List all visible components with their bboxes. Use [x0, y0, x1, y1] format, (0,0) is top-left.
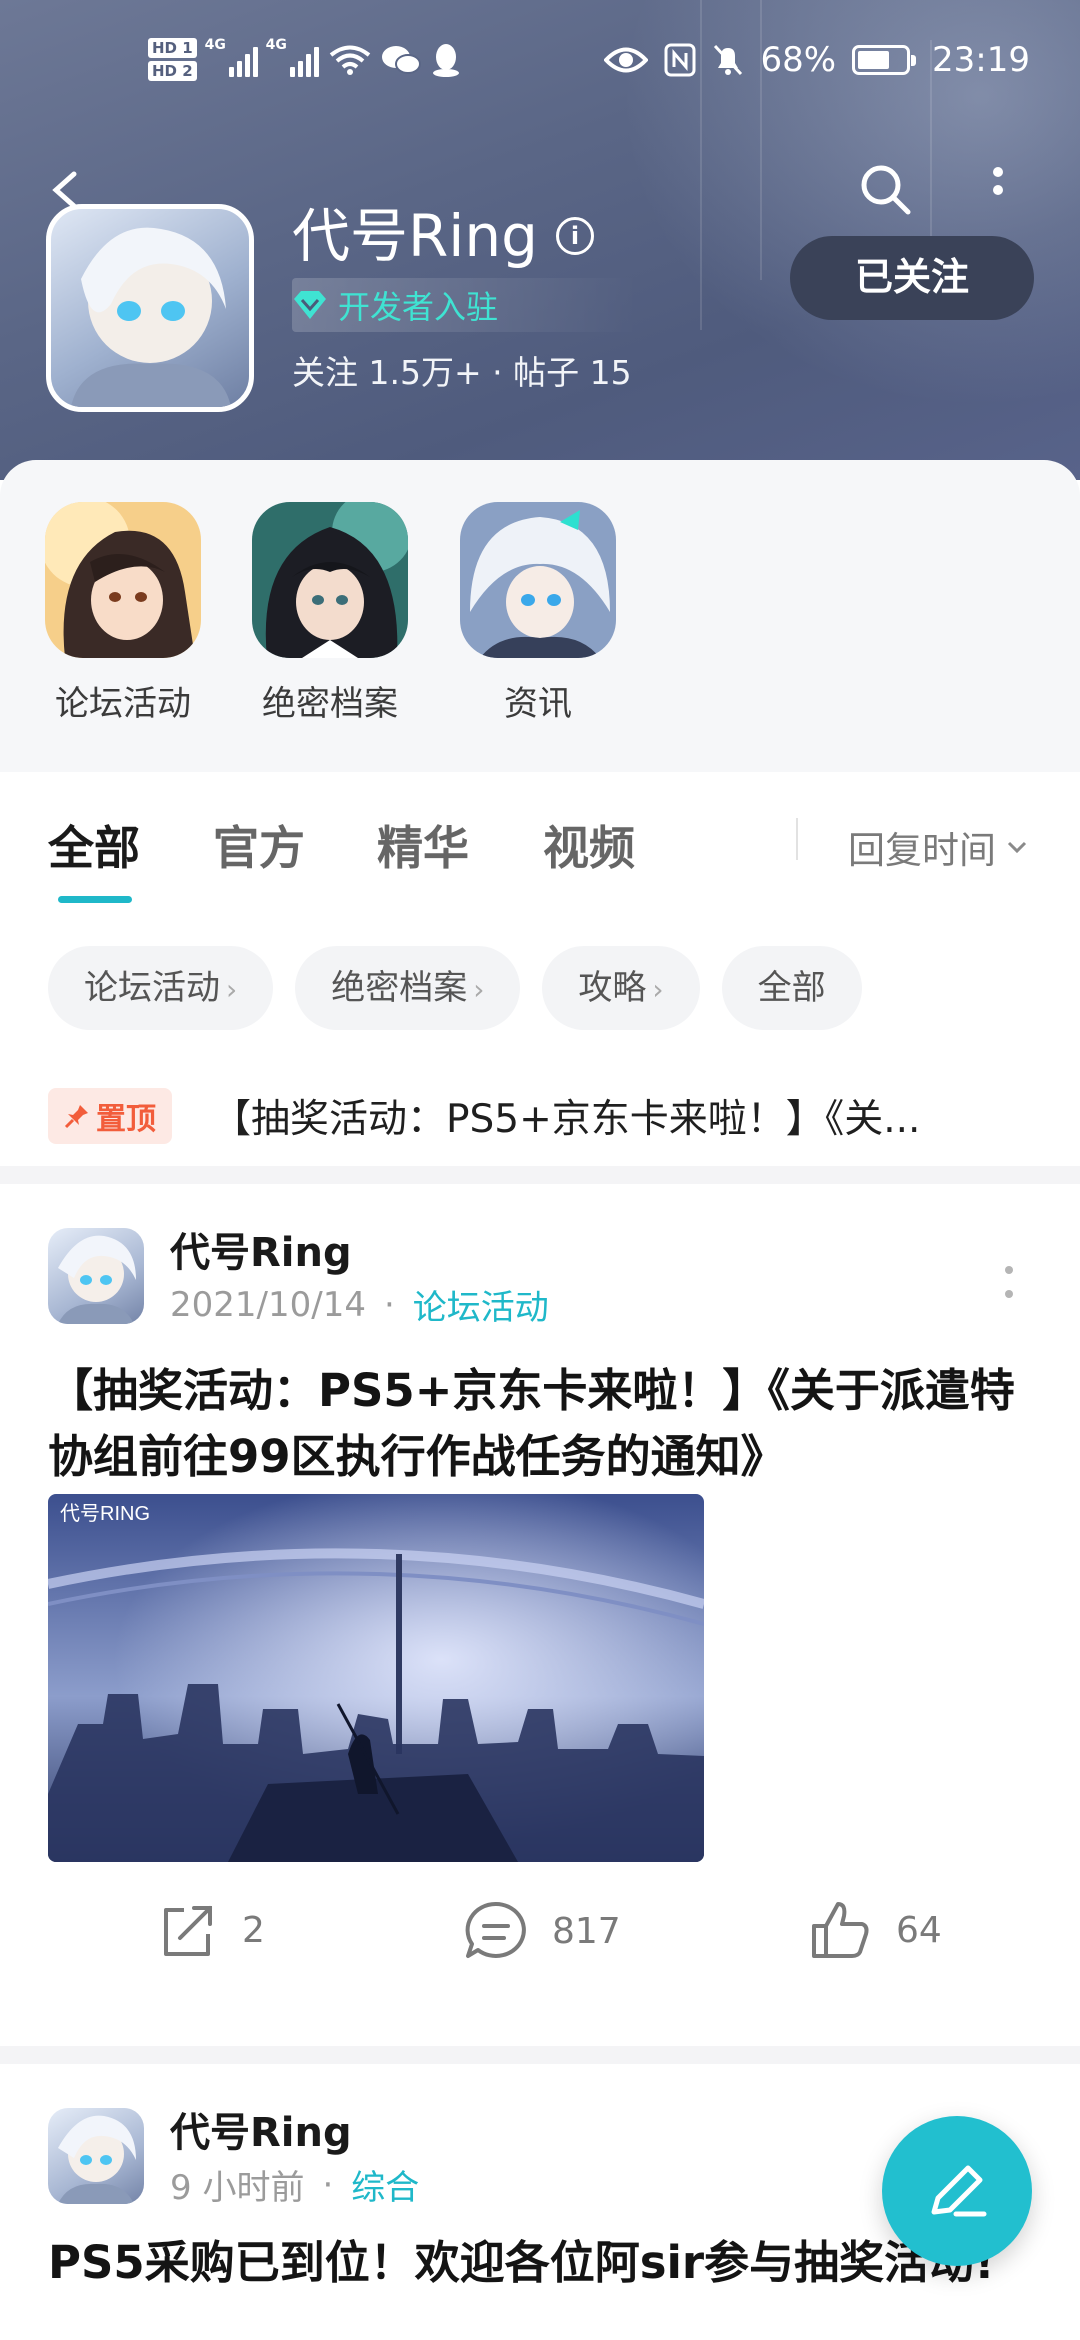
post-cover-image[interactable]: 代号RING: [48, 1494, 704, 1862]
post-category[interactable]: 论坛活动: [413, 1280, 549, 1329]
tab-all[interactable]: 全部: [48, 812, 140, 878]
like-count: 64: [896, 1909, 942, 1951]
wifi-icon: [329, 45, 370, 75]
shortcut-news[interactable]: 资讯: [458, 502, 618, 725]
share-icon: [164, 1906, 212, 1956]
chip-guides[interactable]: 攻略 ›: [542, 946, 700, 1030]
forum-name: 代号Ring: [292, 202, 538, 270]
chevron-right-icon: ›: [473, 973, 485, 1006]
tab-video[interactable]: 视频: [543, 812, 635, 878]
forum-header: HD 1 HD 2 4G 4G 68% 23:19 代号Ring i 开发者入驻…: [0, 0, 1080, 480]
comment-icon: [465, 1901, 526, 1958]
chevron-right-icon: ›: [652, 973, 664, 1006]
pin-icon: [64, 1105, 88, 1129]
battery-icon: [852, 45, 917, 75]
section-separator: [0, 1166, 1080, 1184]
news-thumbnail: [460, 502, 616, 658]
share-count: 2: [242, 1909, 265, 1951]
tab-bar: 全部 官方 精华 视频 回复时间: [0, 772, 1080, 912]
post-date: 2021/10/14: [170, 1284, 366, 1325]
top-secret-thumbnail: [252, 502, 408, 658]
author-name[interactable]: 代号Ring: [170, 1220, 352, 1278]
author-name[interactable]: 代号Ring: [170, 2100, 352, 2158]
like-button[interactable]: 64: [810, 1900, 942, 1960]
pinned-post[interactable]: 置顶 【抽奖活动：PS5+京东卡来啦！】《关...: [48, 1086, 1038, 1146]
author-avatar[interactable]: [48, 1228, 144, 1324]
signal-2-icon: 4G: [266, 37, 319, 77]
divider: [796, 818, 798, 860]
tab-official[interactable]: 官方: [213, 812, 305, 878]
hd2-indicator: HD 2: [148, 61, 197, 81]
post-title[interactable]: PS5采购已到位！欢迎各位阿sir参与抽奖活动!: [48, 2230, 1038, 2296]
chevron-right-icon: ›: [226, 973, 238, 1006]
forum-avatar: [46, 204, 254, 412]
active-tab-indicator: [58, 896, 132, 903]
forum-stats: 关注 1.5万+ · 帖子 15: [292, 353, 632, 392]
compose-post-button[interactable]: [882, 2116, 1032, 2266]
followed-button[interactable]: 已关注: [790, 236, 1034, 320]
shortcut-label: 论坛活动: [55, 684, 191, 724]
shortcut-label: 绝密档案: [262, 684, 398, 724]
pen-icon: [931, 2165, 987, 2217]
eye-comfort-icon: [604, 47, 649, 73]
svg-text:代号RING: 代号RING: [60, 1502, 150, 1525]
section-separator: [0, 2046, 1080, 2064]
sort-label: 回复时间: [848, 829, 996, 872]
shortcut-label: 资讯: [504, 684, 572, 724]
status-bar: HD 1 HD 2 4G 4G 68% 23:19: [0, 30, 1080, 100]
post-category[interactable]: 综合: [351, 2160, 419, 2209]
chip-all[interactable]: 全部: [721, 946, 862, 1030]
search-icon[interactable]: [856, 160, 916, 220]
tab-featured[interactable]: 精华: [377, 812, 469, 878]
comment-button[interactable]: 817: [464, 1900, 621, 1962]
post-title[interactable]: 【抽奖活动：PS5+京东卡来啦！】《关于派遣特协组前往99区执行作战任务的通知》: [48, 1358, 1038, 1490]
pinned-post-title: 【抽奖活动：PS5+京东卡来啦！】《关...: [212, 1097, 921, 1142]
diamond-icon: [294, 291, 326, 319]
battery-percent: 68%: [760, 40, 837, 80]
post-date: 9 小时前: [170, 2168, 305, 2208]
forum-events-thumbnail: [45, 502, 201, 658]
developer-badge-label: 开发者入驻: [338, 288, 499, 326]
shortcut-panel: 论坛活动 绝密档案 资讯: [0, 460, 1080, 772]
share-button[interactable]: 2: [158, 1900, 265, 1960]
shortcut-forum-events[interactable]: 论坛活动: [43, 502, 203, 725]
developer-badge[interactable]: 开发者入驻: [292, 278, 639, 332]
chip-top-secret[interactable]: 绝密档案 ›: [295, 946, 521, 1030]
chip-forum-events[interactable]: 论坛活动 ›: [48, 946, 274, 1030]
wechat-icon: [381, 45, 421, 74]
qq-icon: [432, 43, 459, 77]
post-meta: 9 小时前 · 综合: [170, 2160, 419, 2209]
meta-dot: ·: [322, 2164, 334, 2205]
pinned-badge: 置顶: [48, 1088, 172, 1144]
sort-dropdown[interactable]: 回复时间: [848, 820, 1028, 874]
author-avatar[interactable]: [48, 2108, 144, 2204]
nfc-icon: [664, 43, 696, 77]
comment-count: 817: [552, 1910, 621, 1952]
chevron-down-icon: [1007, 841, 1027, 854]
signal-1-icon: 4G: [205, 37, 258, 77]
hd1-indicator: HD 1: [148, 38, 197, 58]
post-meta: 2021/10/14 · 论坛活动: [170, 1280, 549, 1329]
clock: 23:19: [932, 40, 1030, 80]
more-vertical-icon[interactable]: [1000, 1258, 1018, 1308]
info-icon[interactable]: i: [556, 217, 594, 255]
thumbs-up-icon: [812, 1902, 869, 1958]
mute-bell-icon: [714, 44, 743, 76]
more-vertical-icon[interactable]: [978, 160, 1018, 220]
meta-dot: ·: [383, 1284, 395, 1325]
post-actions: 2 817 64: [0, 1892, 1080, 1972]
category-chips: 论坛活动 › 绝密档案 › 攻略 › 全部: [48, 946, 862, 1030]
shortcut-top-secret[interactable]: 绝密档案: [250, 502, 410, 725]
